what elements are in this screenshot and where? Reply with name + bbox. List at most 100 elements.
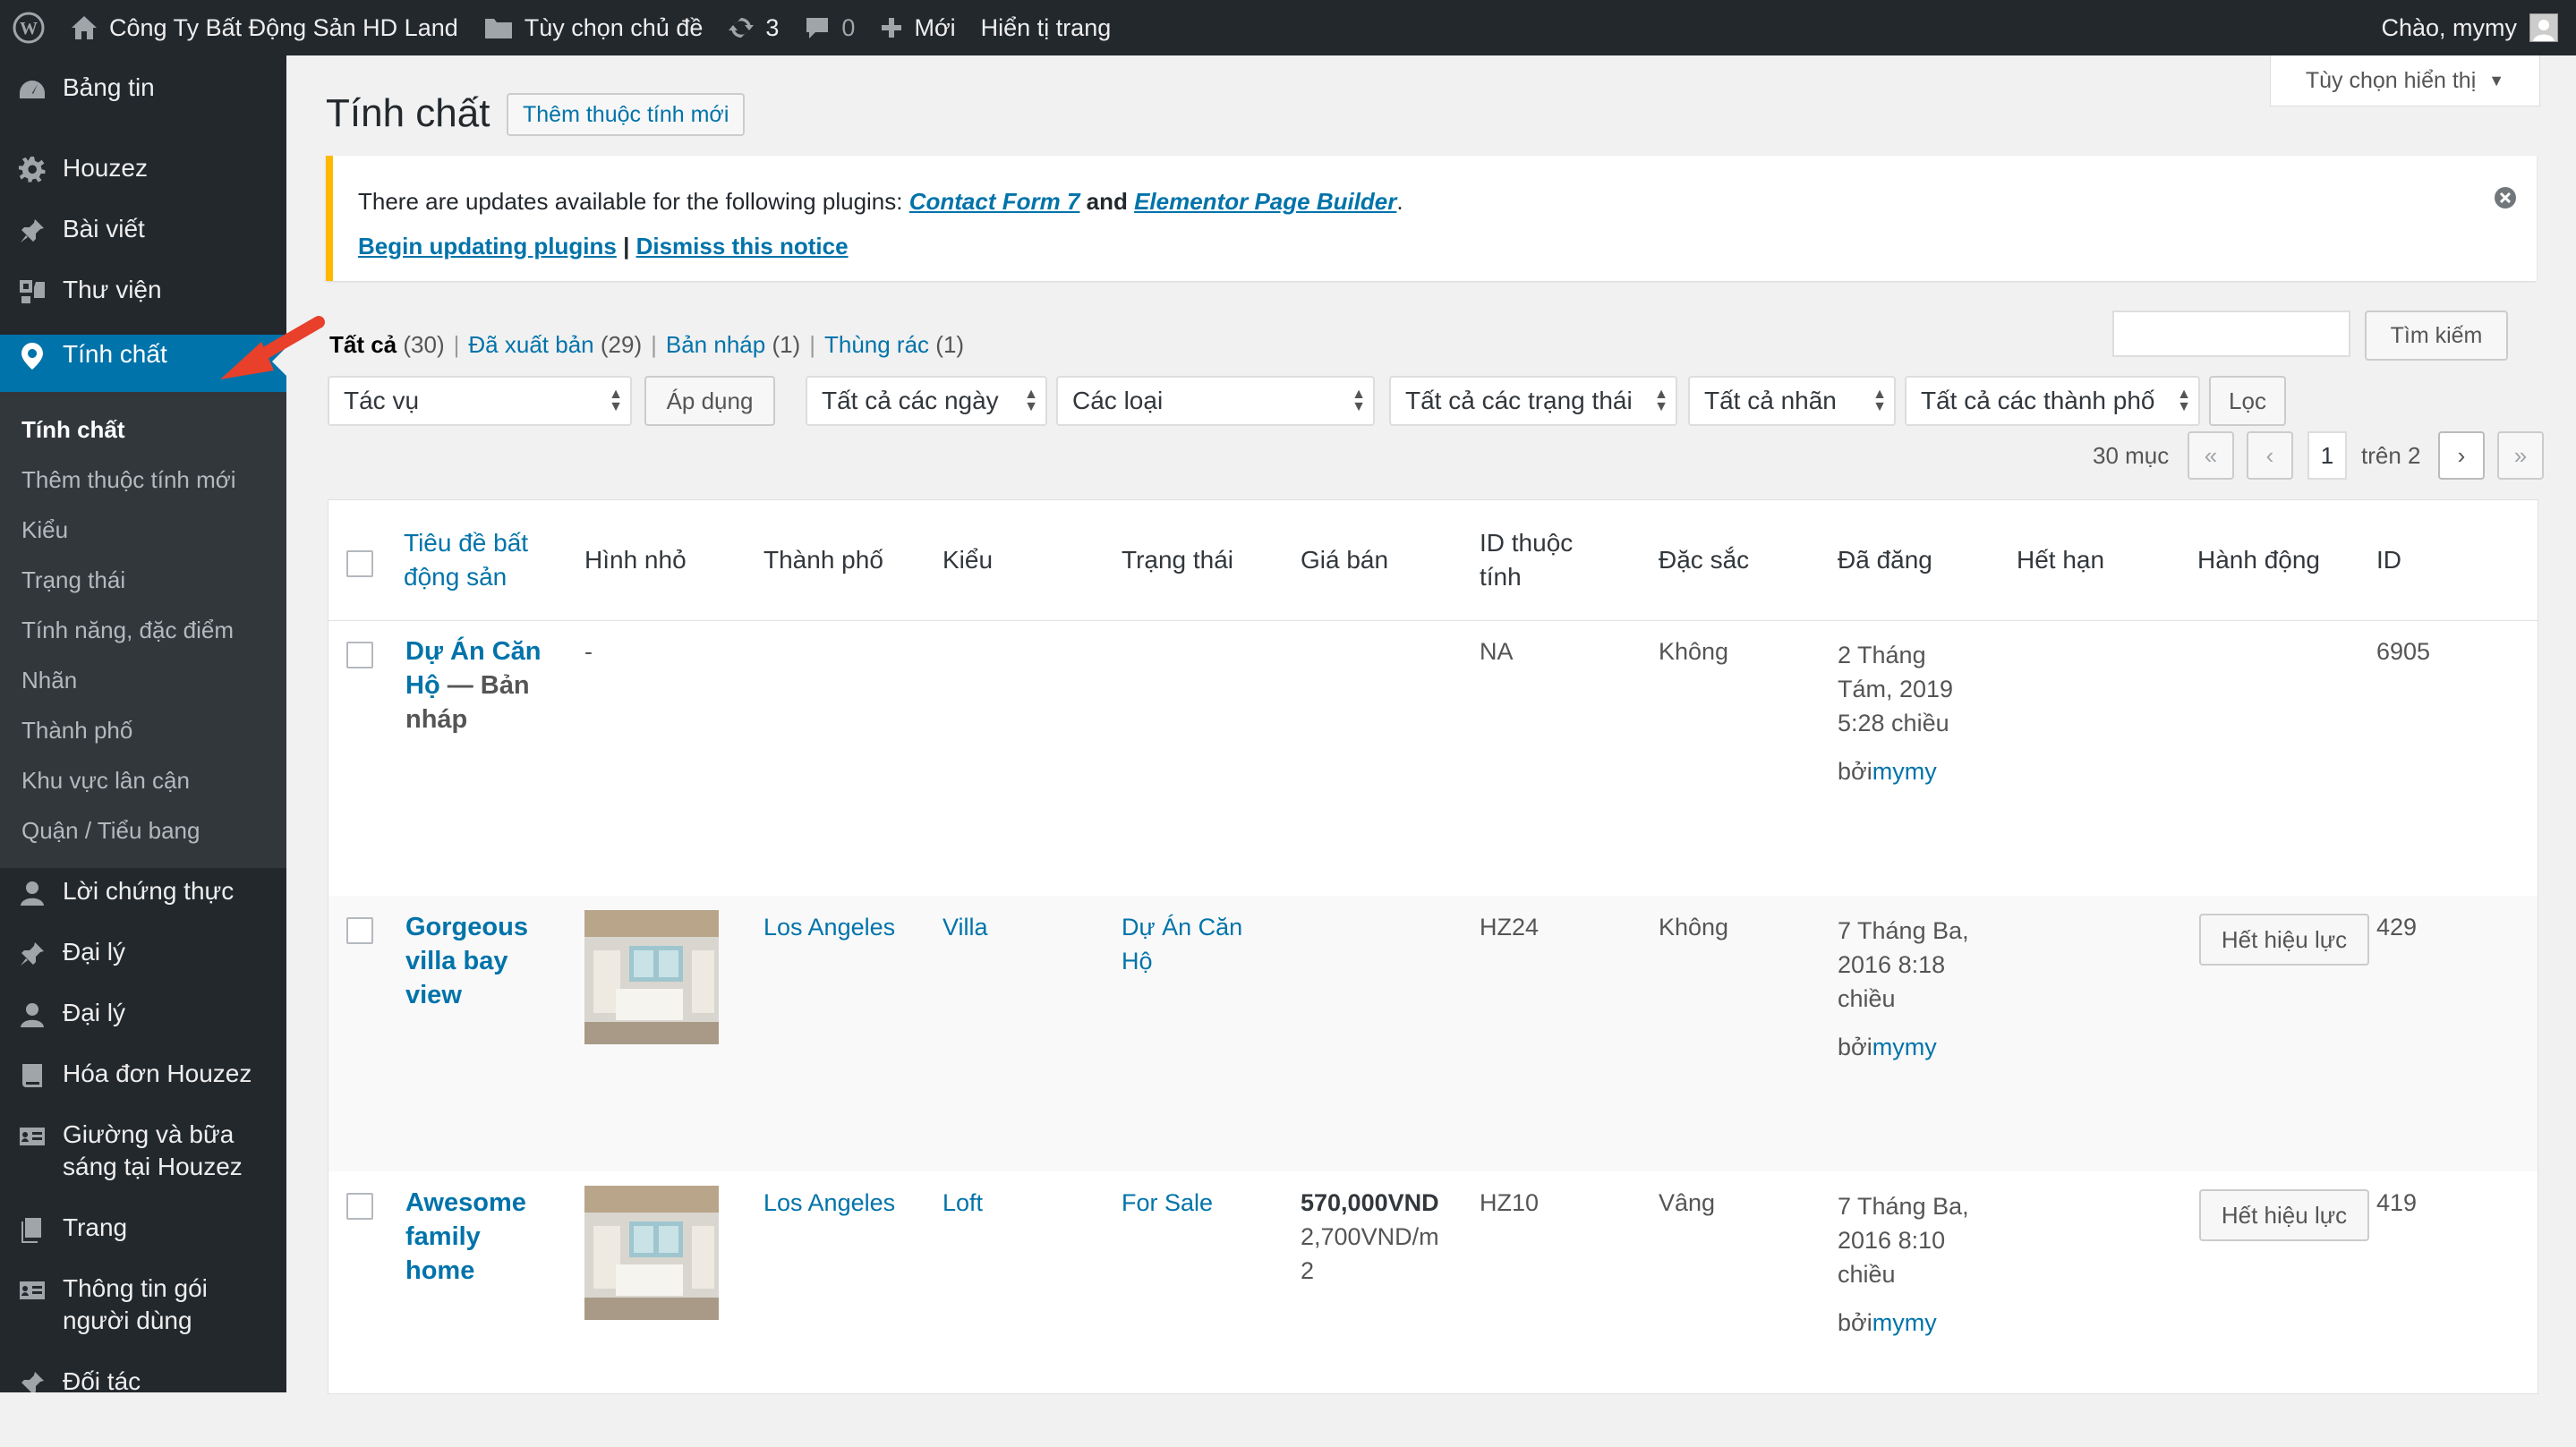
- expire-button[interactable]: Hết hiệu lực: [2199, 914, 2369, 966]
- author-link[interactable]: mymy: [1872, 1034, 1937, 1060]
- submenu-status[interactable]: Trạng thái: [0, 555, 286, 605]
- total-pages: trên 2: [2361, 442, 2421, 469]
- close-icon[interactable]: [2494, 186, 2517, 209]
- col-title[interactable]: Tiêu đề bất động sản: [404, 500, 556, 620]
- type-filter-select[interactable]: Các loại ▲ ▼: [1056, 376, 1375, 426]
- author-prefix: bởi: [1838, 1309, 1872, 1336]
- submenu-cities[interactable]: Thành phố: [0, 705, 286, 755]
- status-filter-select[interactable]: Tất cả các trạng thái ▲ ▼: [1389, 376, 1677, 426]
- date-filter-value: Tất cả các ngày: [822, 387, 999, 414]
- screen-options-toggle[interactable]: Tùy chọn hiển thị ▼: [2270, 55, 2540, 106]
- begin-updating-link[interactable]: Begin updating plugins: [358, 233, 617, 260]
- submenu-add-new[interactable]: Thêm thuộc tính mới: [0, 455, 286, 505]
- admin-bar: W Công Ty Bất Động Sản HD Land Tùy chọn …: [0, 0, 2576, 55]
- update-icon: [729, 18, 755, 38]
- properties-submenu: Tính chất Thêm thuộc tính mới Kiểu Trạng…: [0, 392, 286, 868]
- author-link[interactable]: mymy: [1872, 758, 1937, 785]
- property-thumbnail-image[interactable]: [584, 1186, 719, 1320]
- menu-bnb[interactable]: Giường và bữa sáng tại Houzez: [0, 1119, 286, 1212]
- search-button[interactable]: Tìm kiếm: [2365, 311, 2508, 361]
- row-price: 570,000VND 2,700VND/m2: [1301, 1186, 1449, 1288]
- menu-dashboard[interactable]: Bảng tin: [0, 72, 286, 132]
- admin-menu: Bảng tin Houzez Bài viết Thư viện Tính c…: [0, 55, 286, 1392]
- filter-trash[interactable]: Thùng rác: [824, 331, 929, 358]
- new-content-link[interactable]: Mới: [867, 0, 968, 55]
- menu-invoices[interactable]: Hóa đơn Houzez: [0, 1058, 286, 1119]
- status-link[interactable]: Dự Án Căn Hộ: [1122, 914, 1242, 975]
- menu-testimonials[interactable]: Lời chứng thực: [0, 875, 286, 936]
- row-title[interactable]: Dự Án Căn Hộ — Bản nháp: [405, 634, 558, 736]
- comments-count: 0: [841, 13, 856, 41]
- next-page-button[interactable]: ›: [2438, 431, 2485, 480]
- updates-link[interactable]: 3: [715, 0, 791, 55]
- first-page-button[interactable]: «: [2188, 431, 2234, 480]
- submenu-all-properties[interactable]: Tính chất: [0, 404, 286, 455]
- separator: |: [809, 331, 815, 358]
- search-input[interactable]: [2112, 311, 2350, 357]
- menu-partners[interactable]: Đối tác: [0, 1366, 286, 1392]
- table-row: Awesome family home Los Angeles Loft For…: [328, 1171, 2538, 1447]
- view-page-link[interactable]: Hiển tị trang: [968, 0, 1124, 55]
- view-page-label: Hiển tị trang: [980, 13, 1112, 41]
- submenu-labels[interactable]: Nhãn: [0, 655, 286, 705]
- media-icon: [16, 276, 48, 308]
- user-icon: [16, 999, 48, 1031]
- last-page-button[interactable]: »: [2497, 431, 2544, 480]
- filter-button[interactable]: Lọc: [2209, 376, 2286, 426]
- submenu-neighborhoods[interactable]: Khu vực lân cận: [0, 755, 286, 805]
- submenu-features[interactable]: Tính năng, đặc điểm: [0, 605, 286, 655]
- row-checkbox[interactable]: [346, 1193, 373, 1220]
- bulk-action-select[interactable]: Tác vụ ▲ ▼: [328, 376, 632, 426]
- filter-draft[interactable]: Bản nháp: [666, 331, 765, 358]
- row-title-link[interactable]: Gorgeous villa bay view: [405, 910, 549, 1012]
- property-thumbnail-image[interactable]: [584, 910, 719, 1044]
- select-all-checkbox[interactable]: [346, 550, 373, 577]
- row-title-link[interactable]: Awesome family home: [405, 1186, 549, 1288]
- status-link[interactable]: For Sale: [1122, 1189, 1213, 1216]
- add-new-property-button[interactable]: Thêm thuộc tính mới: [507, 93, 746, 136]
- filter-all[interactable]: Tất cả: [329, 331, 397, 358]
- author-link[interactable]: mymy: [1872, 1309, 1937, 1336]
- type-link[interactable]: Loft: [943, 1189, 983, 1216]
- wordpress-logo-icon[interactable]: W: [0, 0, 57, 55]
- col-property-id: ID thuộc tính: [1480, 529, 1574, 591]
- menu-partners-label: Đối tác: [63, 1367, 141, 1392]
- notice-message: There are updates available for the foll…: [358, 188, 1403, 216]
- menu-packages[interactable]: Thông tin gói người dùng: [0, 1273, 286, 1366]
- menu-pages[interactable]: Trang: [0, 1212, 286, 1273]
- row-city: Los Angeles: [763, 910, 895, 944]
- row-id: 419: [2376, 1189, 2418, 1216]
- site-name: Công Ty Bất Động Sản HD Land: [109, 13, 458, 41]
- menu-agencies[interactable]: Đại lý: [0, 997, 286, 1058]
- menu-posts[interactable]: Bài viết: [0, 213, 286, 274]
- row-author: bởimymy: [1838, 754, 1937, 788]
- expire-button[interactable]: Hết hiệu lực: [2199, 1189, 2369, 1241]
- menu-agents[interactable]: Đại lý: [0, 936, 286, 997]
- city-link[interactable]: Los Angeles: [763, 1189, 895, 1216]
- current-page-input[interactable]: 1: [2307, 431, 2347, 480]
- city-filter-select[interactable]: Tất cả các thành phố ▲ ▼: [1905, 376, 2200, 426]
- submenu-types[interactable]: Kiểu: [0, 505, 286, 555]
- site-name-link[interactable]: Công Ty Bất Động Sản HD Land: [57, 0, 471, 55]
- apply-button[interactable]: Áp dụng: [644, 376, 775, 426]
- theme-options-link[interactable]: Tùy chọn chủ đề: [471, 0, 716, 55]
- plugin-link-elementor[interactable]: Elementor Page Builder: [1134, 188, 1396, 215]
- prev-page-button[interactable]: ‹: [2247, 431, 2293, 480]
- row-checkbox[interactable]: [346, 917, 373, 944]
- my-account[interactable]: Chào, mymy: [2381, 0, 2576, 55]
- select-arrows-icon: ▲ ▼: [1872, 387, 1887, 414]
- dismiss-notice-link[interactable]: Dismiss this notice: [636, 233, 849, 260]
- comments-link[interactable]: 0: [791, 0, 867, 55]
- menu-houzez[interactable]: Houzez: [0, 152, 286, 213]
- plugin-link-contact-form[interactable]: Contact Form 7: [909, 188, 1080, 215]
- row-property-id: NA: [1480, 638, 1514, 665]
- row-checkbox[interactable]: [346, 642, 373, 668]
- filter-published[interactable]: Đã xuất bản: [468, 331, 593, 358]
- city-link[interactable]: Los Angeles: [763, 914, 895, 941]
- type-link[interactable]: Villa: [943, 914, 988, 941]
- label-filter-select[interactable]: Tất cả nhãn ▲ ▼: [1688, 376, 1896, 426]
- date-filter-select[interactable]: Tất cả các ngày ▲ ▼: [806, 376, 1047, 426]
- submenu-states[interactable]: Quận / Tiểu bang: [0, 805, 286, 855]
- folder-icon: [484, 19, 512, 38]
- city-filter-value: Tất cả các thành phố: [1921, 387, 2155, 414]
